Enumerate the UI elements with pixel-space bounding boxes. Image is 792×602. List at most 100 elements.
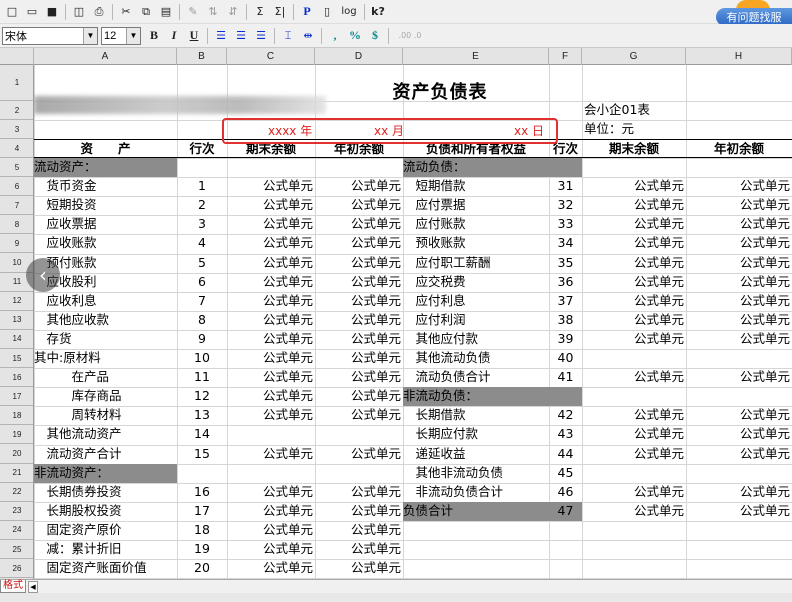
row-header[interactable]: 3 — [0, 120, 33, 139]
row-header[interactable]: 1 — [0, 65, 33, 101]
liability-line-cell[interactable]: 47 — [549, 501, 582, 521]
sheet-grid[interactable]: 会小企01表 单位：元资 产行次 期末余额 年初余额 负债和所有者权益 行次 期末余额 年初余… — [34, 65, 792, 579]
liability-begin-balance-cell[interactable]: 公式单元 — [686, 502, 792, 521]
row-header[interactable]: 23 — [0, 502, 33, 521]
asset-begin-balance-cell[interactable]: 公式单元 — [315, 196, 403, 215]
chevron-down-icon[interactable]: ▼ — [83, 27, 97, 44]
liability-line-cell[interactable] — [549, 521, 582, 540]
align-left-icon[interactable]: ☰ — [212, 27, 230, 45]
asset-label-cell[interactable]: 其他应收款 — [34, 311, 177, 330]
asset-label-cell[interactable]: 流动资产合计 — [34, 445, 177, 464]
liability-line-cell[interactable]: 45 — [549, 464, 582, 483]
asset-begin-balance-cell[interactable]: 公式单元 — [315, 292, 403, 311]
row-header[interactable]: 12 — [0, 292, 33, 311]
asset-label-cell[interactable]: 应收票据 — [34, 215, 177, 234]
liability-label-cell[interactable]: 应付账款 — [403, 215, 549, 234]
row-header[interactable]: 14 — [0, 330, 33, 349]
liability-label-cell[interactable]: 其他非流动负债 — [403, 464, 549, 483]
liability-label-cell[interactable]: 长期应付款 — [403, 425, 549, 444]
liability-line-cell[interactable]: 31 — [549, 177, 582, 196]
asset-begin-balance-cell[interactable]: 公式单元 — [315, 215, 403, 234]
row-header[interactable]: 7 — [0, 196, 33, 216]
liability-label-cell[interactable]: 长期借款 — [403, 406, 549, 425]
font-name-select[interactable]: 宋体 ▼ — [2, 26, 98, 45]
liability-label-cell[interactable]: 其他应付款 — [403, 330, 549, 349]
liability-label-cell[interactable]: 应付职工薪酬 — [403, 254, 549, 273]
asset-line-cell[interactable]: 1 — [177, 177, 227, 196]
asset-line-cell[interactable]: 6 — [177, 273, 227, 292]
p-button[interactable]: P — [298, 3, 316, 21]
asset-line-cell[interactable]: 13 — [177, 406, 227, 425]
row-header[interactable]: 17 — [0, 387, 33, 407]
asset-begin-balance-cell[interactable]: 公式单元 — [315, 234, 403, 253]
column-header-b[interactable]: B — [177, 48, 227, 65]
liability-end-balance-cell[interactable]: 公式单元 — [582, 196, 686, 215]
sheet-tab-format[interactable]: 格式 — [0, 580, 26, 593]
asset-begin-balance-cell[interactable]: 公式单元 — [315, 349, 403, 368]
liability-begin-balance-cell[interactable]: 公式单元 — [686, 273, 792, 292]
asset-line-cell[interactable]: 9 — [177, 330, 227, 349]
asset-label-cell[interactable]: 减：累计折旧 — [34, 540, 177, 559]
sort-desc-icon[interactable]: ⇵ — [224, 3, 242, 21]
bookmark-icon[interactable]: ▯ — [318, 3, 336, 21]
sort-asc-icon[interactable]: ⇅ — [204, 3, 222, 21]
liability-line-cell[interactable]: 38 — [549, 311, 582, 330]
row-header[interactable]: 22 — [0, 483, 33, 502]
row-header[interactable]: 18 — [0, 406, 33, 426]
asset-end-balance-cell[interactable]: 公式单元 — [227, 349, 315, 368]
percent-style-button[interactable]: % — [346, 27, 364, 45]
underline-button[interactable]: U — [185, 27, 203, 45]
row-header[interactable]: 2 — [0, 101, 33, 120]
row-header[interactable]: 24 — [0, 521, 33, 540]
scroll-left-icon[interactable]: ◀ — [28, 580, 38, 593]
asset-line-cell[interactable]: 4 — [177, 234, 227, 253]
asset-line-cell[interactable]: 8 — [177, 311, 227, 330]
asset-end-balance-cell[interactable]: 公式单元 — [227, 273, 315, 292]
asset-begin-balance-cell[interactable]: 公式单元 — [315, 540, 403, 559]
row-header[interactable]: 19 — [0, 425, 33, 445]
liability-line-cell[interactable]: 37 — [549, 292, 582, 311]
column-header-e[interactable]: E — [403, 48, 549, 65]
liability-line-cell[interactable]: 43 — [549, 425, 582, 444]
asset-label-cell[interactable]: 非流动资产： — [34, 463, 177, 483]
liability-begin-balance-cell[interactable]: 公式单元 — [686, 177, 792, 196]
liability-end-balance-cell[interactable]: 公式单元 — [582, 425, 686, 444]
font-size-select[interactable]: 12 ▼ — [101, 26, 141, 45]
asset-end-balance-cell[interactable]: 公式单元 — [227, 215, 315, 234]
asset-end-balance-cell[interactable]: 公式单元 — [227, 368, 315, 387]
asset-line-cell[interactable]: 14 — [177, 425, 227, 444]
help-pointer-button[interactable]: k? — [369, 3, 387, 21]
asset-label-cell[interactable]: 库存商品 — [34, 387, 177, 406]
asset-line-cell[interactable]: 16 — [177, 483, 227, 502]
liability-label-cell[interactable]: 递延收益 — [403, 445, 549, 464]
open-folder-icon[interactable]: ▭ — [23, 3, 41, 21]
liability-begin-balance-cell[interactable]: 公式单元 — [686, 330, 792, 349]
liability-line-cell[interactable] — [549, 540, 582, 559]
asset-label-cell[interactable]: 短期投资 — [34, 196, 177, 215]
asset-line-cell[interactable]: 20 — [177, 559, 227, 578]
asset-label-cell[interactable]: 在产品 — [34, 368, 177, 387]
autosum-button[interactable]: Σ — [251, 3, 269, 21]
asset-end-balance-cell[interactable]: 公式单元 — [227, 540, 315, 559]
previous-slide-button[interactable]: ‹ — [26, 258, 60, 292]
asset-end-balance-cell[interactable]: 公式单元 — [227, 234, 315, 253]
liability-end-balance-cell[interactable]: 公式单元 — [582, 330, 686, 349]
asset-end-balance-cell[interactable]: 公式单元 — [227, 292, 315, 311]
select-all-corner[interactable] — [0, 48, 34, 65]
liability-line-cell[interactable]: 34 — [549, 234, 582, 253]
asset-begin-balance-cell[interactable]: 公式单元 — [315, 311, 403, 330]
asset-begin-balance-cell[interactable]: 公式单元 — [315, 254, 403, 273]
asset-end-balance-cell[interactable]: 公式单元 — [227, 521, 315, 540]
liability-label-cell[interactable]: 短期借款 — [403, 177, 549, 196]
form-number-cell[interactable]: 会小企01表 — [582, 101, 686, 120]
row-header[interactable]: 13 — [0, 311, 33, 330]
liability-end-balance-cell[interactable]: 公式单元 — [582, 254, 686, 273]
liability-label-cell[interactable]: 非流动负债合计 — [403, 483, 549, 502]
asset-line-cell[interactable]: 7 — [177, 292, 227, 311]
liability-label-cell[interactable]: 应付票据 — [403, 196, 549, 215]
asset-line-cell[interactable]: 12 — [177, 387, 227, 406]
row-header[interactable]: 15 — [0, 349, 33, 369]
asset-label-cell[interactable]: 应收利息 — [34, 292, 177, 311]
liability-label-cell[interactable]: 流动负债： — [403, 158, 582, 178]
unit-cell[interactable]: 单位：元 — [582, 120, 686, 139]
